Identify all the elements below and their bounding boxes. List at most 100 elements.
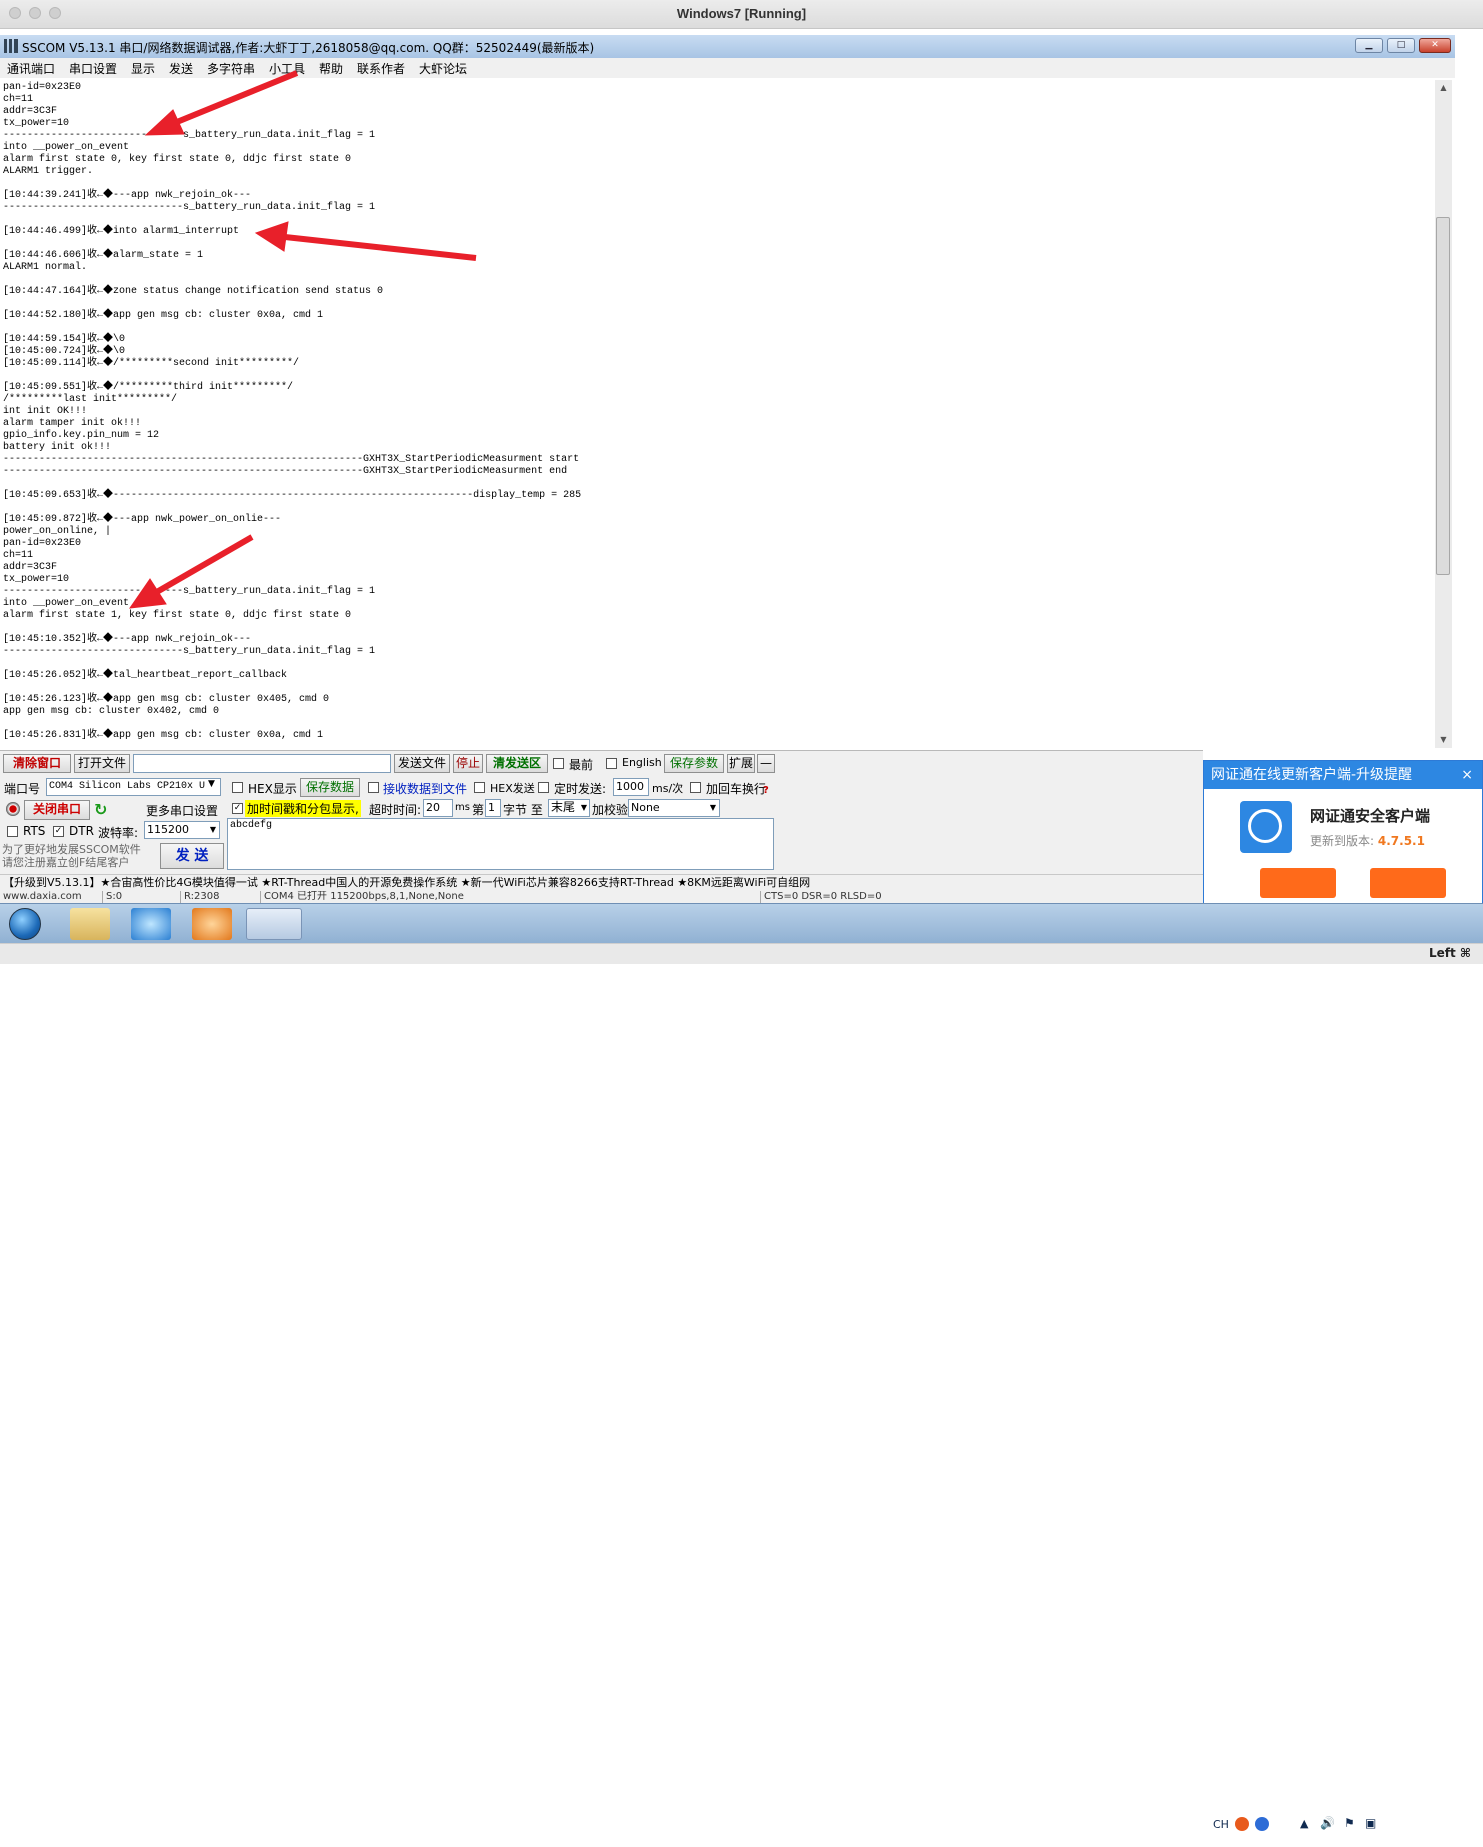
version-number: 4.7.5.1 (1377, 834, 1425, 848)
menu-send[interactable]: 发送 (169, 60, 193, 77)
ie-icon[interactable] (131, 908, 171, 940)
timed-send-checkbox[interactable] (538, 782, 549, 793)
end-select[interactable]: 末尾 ▼ (548, 799, 590, 817)
clear-window-button[interactable]: 清除窗口 (3, 754, 71, 773)
menu-contact[interactable]: 联系作者 (357, 60, 405, 77)
help-icon[interactable]: ? (763, 785, 769, 796)
menu-tools[interactable]: 小工具 (269, 60, 305, 77)
hex-send-checkbox[interactable] (474, 782, 485, 793)
media-icon[interactable] (192, 908, 232, 940)
menu-help[interactable]: 帮助 (319, 60, 343, 77)
minimize-button[interactable]: ▁ (1355, 38, 1383, 53)
timestamp-checkbox[interactable]: ✓ (232, 803, 243, 814)
receive-log-text: pan-id=0x23E0 ch=11 addr=3C3F tx_power=1… (3, 82, 582, 741)
baud-select[interactable]: 115200 ▼ (144, 821, 220, 839)
volume-icon[interactable]: 🔊 (1320, 1816, 1335, 1830)
close-button[interactable]: ✕ (1419, 38, 1451, 53)
send-textarea[interactable]: abcdefg (227, 818, 774, 870)
lang-indicator[interactable]: CH (1213, 1818, 1229, 1831)
host-key-label: Left ⌘ (1428, 946, 1471, 960)
port-status-icon (6, 802, 20, 816)
end-select-value: 末尾 (551, 800, 576, 814)
help-tray-icon[interactable] (1255, 1817, 1269, 1831)
promo-text: 为了更好地发展SSCOM软件 请您注册嘉立创F结尾客户 (2, 843, 141, 869)
action-center-icon[interactable]: ⚑ (1344, 1816, 1355, 1830)
menu-multi-string[interactable]: 多字符串 (207, 60, 255, 77)
clear-send-button[interactable]: 清发送区 (486, 754, 548, 773)
scroll-up-icon[interactable]: ▲ (1435, 80, 1452, 96)
timeout-label: 超时时间: (369, 803, 422, 817)
scroll-thumb[interactable] (1436, 217, 1450, 575)
dtr-checkbox[interactable]: ✓ (53, 826, 64, 837)
menu-forum[interactable]: 大虾论坛 (419, 60, 467, 77)
popup-header: 网证通在线更新客户端-升级提醒 × (1204, 761, 1482, 789)
checksum-dropdown-icon[interactable]: ▼ (710, 800, 716, 815)
control-panel: 清除窗口 打开文件 发送文件 停止 清发送区 最前 English 保存参数 扩… (0, 750, 1203, 875)
end-dropdown-icon[interactable]: ▼ (581, 800, 587, 815)
save-data-button[interactable]: 保存数据 (300, 778, 360, 797)
byte-index-input[interactable]: 1 (485, 799, 501, 817)
crlf-checkbox[interactable] (690, 782, 701, 793)
stop-button[interactable]: 停止 (453, 754, 483, 773)
interval-unit: ms/次 (652, 782, 684, 795)
start-button-icon[interactable] (9, 908, 41, 940)
interval-input[interactable]: 1000 (613, 778, 649, 796)
menu-display[interactable]: 显示 (131, 60, 155, 77)
close-port-button[interactable]: 关闭串口 (24, 800, 90, 820)
app-title: SSCOM V5.13.1 串口/网络数据调试器,作者:大虾丁丁,2618058… (22, 41, 595, 55)
baud-dropdown-icon[interactable]: ▼ (210, 822, 216, 837)
menu-bar: 通讯端口 串口设置 显示 发送 多字符串 小工具 帮助 联系作者 大虾论坛 (0, 58, 1455, 78)
vm-titlebar: Windows7 [Running] (0, 0, 1483, 29)
checksum-label: 加校验 (592, 803, 629, 817)
scroll-down-icon[interactable]: ▼ (1435, 732, 1452, 748)
hex-display-checkbox[interactable] (232, 782, 243, 793)
expand-button[interactable]: 扩展 (727, 754, 755, 773)
send-button[interactable]: 发 送 (160, 843, 224, 869)
log-scrollbar[interactable]: ▲ ▼ (1435, 80, 1452, 748)
taskbar: CH ▲ 🔊 ⚑ ▣ 11:00 2023/4/27 (0, 903, 1483, 1841)
port-dropdown-icon[interactable]: ▼ (208, 779, 215, 789)
topmost-label: 最前 (569, 758, 594, 772)
clock[interactable]: 11:00 2023/4/27 (1398, 1810, 1460, 1842)
rts-checkbox[interactable] (7, 826, 18, 837)
sscom-taskbar-button[interactable] (246, 908, 302, 940)
send-file-button[interactable]: 发送文件 (394, 754, 450, 773)
timeout-input[interactable]: 20 (423, 799, 453, 817)
show-hidden-icon[interactable]: ▲ (1300, 1817, 1308, 1830)
receive-log[interactable]: pan-id=0x23E0 ch=11 addr=3C3F tx_power=1… (0, 80, 1435, 748)
refresh-icon[interactable]: ↻ (94, 800, 107, 819)
app-titlebar: SSCOM V5.13.1 串口/网络数据调试器,作者:大虾丁丁,2618058… (0, 35, 1455, 58)
menu-comm-port[interactable]: 通讯端口 (7, 60, 55, 77)
news-ticker[interactable]: 【升级到V5.13.1】★合宙高性价比4G模块值得一试 ★RT-Thread中国… (0, 874, 1206, 892)
popup-title: 网证通在线更新客户端-升级提醒 (1211, 767, 1413, 783)
english-checkbox[interactable] (606, 758, 617, 769)
nth-label: 第 (472, 803, 485, 817)
popup-close-icon[interactable]: × (1461, 761, 1473, 789)
recv-to-file-checkbox[interactable] (368, 782, 379, 793)
status-website[interactable]: www.daxia.com (0, 891, 82, 903)
port-select[interactable]: COM4 Silicon Labs CP210x U (46, 778, 221, 796)
english-label: English (622, 756, 662, 769)
explorer-icon[interactable] (70, 908, 110, 940)
save-params-button[interactable]: 保存参数 (664, 754, 724, 773)
view-button[interactable] (1370, 868, 1446, 898)
status-sent: S:0 (102, 891, 122, 903)
menu-serial-settings[interactable]: 串口设置 (69, 60, 117, 77)
topmost-checkbox[interactable] (553, 758, 564, 769)
maximize-button[interactable]: □ (1387, 38, 1415, 53)
timed-send-label: 定时发送: (554, 782, 607, 796)
sogou-icon[interactable] (1235, 1817, 1249, 1831)
remind-later-button[interactable] (1260, 868, 1336, 898)
file-path-input[interactable] (133, 754, 391, 773)
network-icon[interactable]: ▣ (1365, 1816, 1376, 1830)
checksum-select[interactable]: None ▼ (628, 799, 720, 817)
more-settings-link[interactable]: 更多串口设置 (146, 802, 218, 819)
open-file-button[interactable]: 打开文件 (74, 754, 130, 773)
hex-send-label: HEX发送 (490, 782, 535, 795)
dtr-label: DTR (69, 824, 94, 838)
clock-time: 11:00 (1411, 1811, 1447, 1825)
vm-title: Windows7 [Running] (676, 6, 807, 21)
status-received: R:2308 (180, 891, 219, 903)
collapse-button[interactable]: — (757, 754, 775, 773)
app-icon (4, 39, 18, 53)
